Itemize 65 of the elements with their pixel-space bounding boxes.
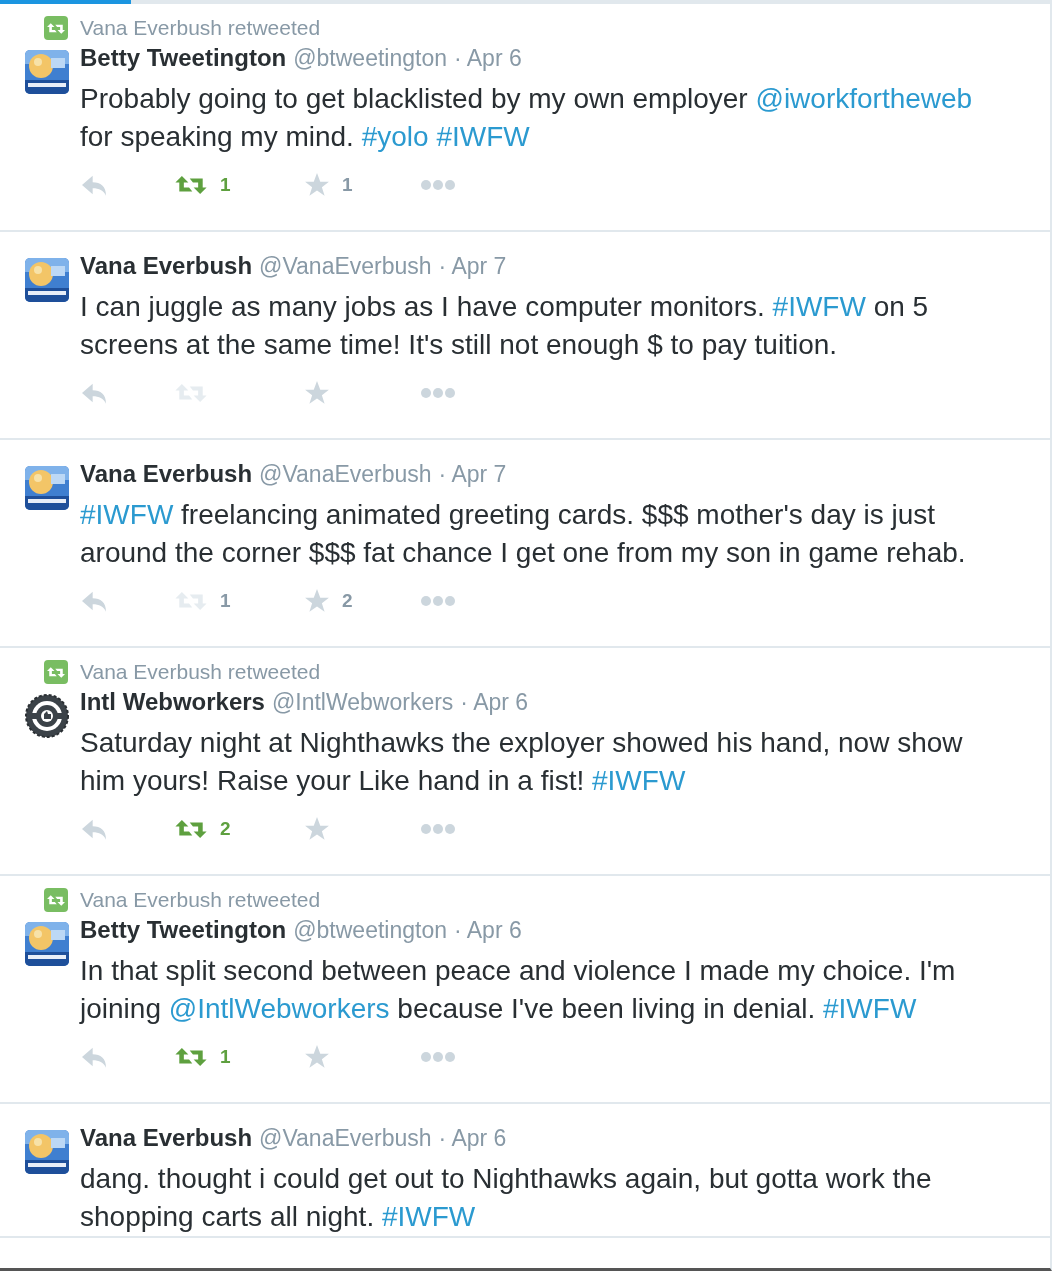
more-button[interactable] bbox=[420, 387, 456, 399]
user-handle[interactable]: @btweetington bbox=[293, 45, 447, 72]
star-icon bbox=[304, 172, 330, 198]
user-name[interactable]: Intl Webworkers bbox=[80, 688, 265, 716]
tweet-date[interactable]: · Apr 6 bbox=[438, 1125, 507, 1152]
tweet-text: dang. thought i could get out to Nighthawks again, but gotta work the shopping carts all night. #IWFW bbox=[80, 1162, 933, 1234]
reply-icon bbox=[80, 817, 108, 841]
tweet-text: I can juggle as many jobs as I have computer monitors. #IWFW on 5 screens at the same time! It's still not enough $ to pay tuition. bbox=[80, 290, 930, 362]
hashtag-link[interactable]: #IWFW bbox=[381, 1201, 476, 1232]
user-name[interactable]: Vana Everbush bbox=[80, 460, 253, 488]
hashtag-link[interactable]: #IWFW bbox=[772, 291, 866, 322]
hashtag-link[interactable]: #yolo bbox=[361, 121, 429, 152]
hashtag-link[interactable]: #IWFW bbox=[823, 993, 917, 1024]
user-handle[interactable]: @VanaEverbush bbox=[259, 461, 432, 488]
retweet-button[interactable]: 1 bbox=[174, 172, 304, 198]
favorite-button[interactable]: 1 bbox=[304, 172, 420, 198]
user-name[interactable]: Betty Tweetington bbox=[80, 44, 287, 72]
retweeted-label: Vana Everbush retweeted bbox=[80, 660, 321, 684]
user-handle[interactable]: @VanaEverbush bbox=[259, 1125, 432, 1152]
reply-icon bbox=[80, 1045, 108, 1069]
user-name[interactable]: Vana Everbush bbox=[80, 1124, 253, 1152]
more-button[interactable] bbox=[420, 1051, 456, 1063]
retweet-icon bbox=[44, 660, 68, 684]
hashtag-link[interactable]: #IWFW bbox=[436, 121, 530, 152]
tweet-date[interactable]: · Apr 6 bbox=[454, 917, 522, 944]
tweet-date[interactable]: · Apr 6 bbox=[460, 689, 529, 716]
hashtag-link[interactable]: #IWFW bbox=[592, 765, 686, 796]
retweeted-label: Vana Everbush retweeted bbox=[80, 888, 321, 912]
star-icon bbox=[304, 816, 330, 842]
more-icon bbox=[420, 1051, 456, 1063]
reply-icon bbox=[80, 173, 108, 197]
user-name[interactable]: Betty Tweetington bbox=[80, 916, 287, 944]
tweet-text: Saturday night at Nighthawks the exployer showed his hand, now show him yours! Raise your Like hand in a fist! #IWFW bbox=[80, 726, 964, 798]
retweeted-label: Vana Everbush retweeted bbox=[80, 16, 321, 40]
more-icon bbox=[420, 179, 456, 191]
more-icon bbox=[420, 823, 456, 835]
retweet-button[interactable]: 1 bbox=[174, 1044, 304, 1070]
favorite-button[interactable]: 2 bbox=[304, 588, 420, 614]
tweet-date[interactable]: · Apr 7 bbox=[438, 253, 507, 280]
hashtag-link[interactable]: @iworkfortheweb bbox=[755, 83, 973, 114]
user-handle[interactable]: @VanaEverbush bbox=[259, 253, 432, 280]
more-button[interactable] bbox=[420, 179, 456, 191]
star-icon bbox=[304, 588, 330, 614]
reply-icon bbox=[80, 381, 108, 405]
user-name[interactable]: Vana Everbush bbox=[80, 252, 253, 280]
user-handle[interactable]: @btweetington bbox=[293, 917, 447, 944]
reply-icon bbox=[80, 589, 108, 613]
tweet-text: #IWFW freelancing animated greeting cards. $$$ mother's day is just around the corner $$$ fat chance I get one from my son in game rehab. bbox=[80, 498, 967, 570]
star-icon bbox=[304, 380, 330, 406]
tweet-text: Probably going to get blacklisted by my own employer @iworkfortheweb for speaking my mind. #yolo #IWFW bbox=[80, 82, 974, 154]
tweet-date[interactable]: · Apr 6 bbox=[454, 45, 522, 72]
more-button[interactable] bbox=[420, 823, 456, 835]
retweet-button[interactable]: 2 bbox=[174, 816, 304, 842]
user-handle[interactable]: @IntlWebworkers bbox=[271, 689, 454, 716]
more-icon bbox=[420, 595, 456, 607]
star-icon bbox=[304, 1044, 330, 1070]
hashtag-link[interactable]: #IWFW bbox=[80, 499, 174, 530]
hashtag-link[interactable]: @IntlWebworkers bbox=[168, 993, 390, 1024]
retweet-icon bbox=[44, 888, 68, 912]
retweet-icon bbox=[44, 16, 68, 40]
more-icon bbox=[420, 387, 456, 399]
tweet-date[interactable]: · Apr 7 bbox=[438, 461, 507, 488]
more-button[interactable] bbox=[420, 595, 456, 607]
gear-badge-icon bbox=[25, 694, 69, 738]
tweet-text: In that split second between peace and violence I made my choice. I'm joining @IntlWebworkers because I've been living in denial. #IWFW bbox=[80, 954, 957, 1026]
